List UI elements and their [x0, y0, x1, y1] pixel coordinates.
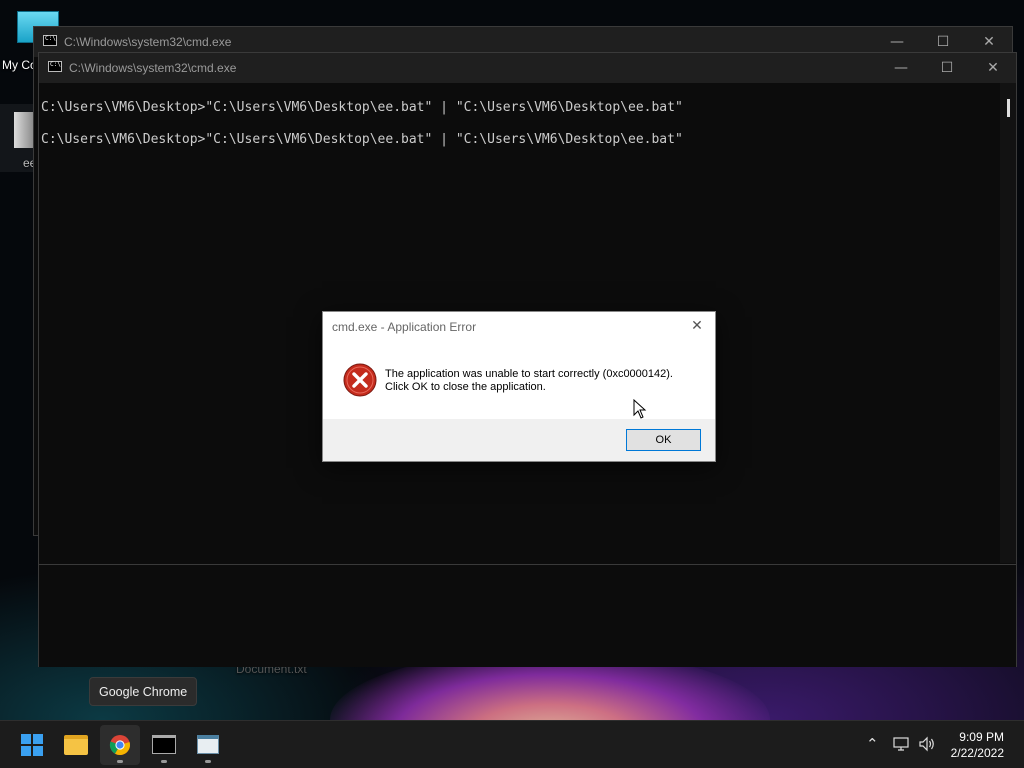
application-error-dialog[interactable]: cmd.exe - Application Error ✕ The applic…: [322, 311, 716, 462]
dialog-footer: OK: [323, 419, 715, 461]
cmd-icon: [48, 61, 62, 72]
dialog-title: cmd.exe - Application Error: [332, 320, 477, 334]
mouse-cursor-icon: [633, 399, 647, 419]
title-bar[interactable]: C:\Windows\system32\cmd.exe — ☐ ✕: [39, 53, 1016, 83]
file-explorer-icon: [64, 735, 88, 755]
scrollbar[interactable]: [1000, 83, 1016, 563]
network-icon[interactable]: [893, 736, 909, 752]
taskbar: ⌃ 9:09 PM 2/22/2022: [0, 720, 1024, 768]
scrollbar-thumb[interactable]: [1007, 99, 1010, 117]
minimize-button[interactable]: —: [878, 53, 924, 83]
running-indicator: [205, 760, 211, 763]
chrome-button[interactable]: [100, 725, 140, 765]
window-title: C:\Windows\system32\cmd.exe: [69, 61, 237, 75]
notepad-icon: [197, 735, 219, 754]
terminal-lower-pane: [39, 564, 1016, 667]
ok-button[interactable]: OK: [626, 429, 701, 451]
dialog-message-line: The application was unable to start corr…: [385, 368, 673, 380]
close-button[interactable]: ✕: [970, 53, 1016, 83]
dialog-message: The application was unable to start corr…: [385, 368, 673, 394]
batch-file-icon: [14, 112, 34, 148]
chrome-icon: [109, 735, 130, 756]
file-explorer-button[interactable]: [56, 725, 96, 765]
window-title: C:\Windows\system32\cmd.exe: [64, 35, 232, 49]
start-button[interactable]: [12, 725, 52, 765]
dialog-message-line: Click OK to close the application.: [385, 381, 546, 393]
notepad-button[interactable]: [188, 725, 228, 765]
clock-time: 9:09 PM: [959, 730, 1004, 744]
start-icon: [21, 734, 43, 756]
clock-date: 2/22/2022: [950, 746, 1004, 760]
maximize-button[interactable]: ☐: [924, 53, 970, 83]
cmd-icon: [43, 35, 57, 46]
chevron-up-icon[interactable]: ⌃: [866, 735, 879, 753]
dialog-close-button[interactable]: ✕: [687, 316, 707, 336]
taskbar-tooltip: Google Chrome: [89, 677, 198, 706]
error-icon: [343, 363, 377, 397]
volume-icon[interactable]: [918, 736, 936, 752]
running-indicator: [117, 760, 123, 763]
terminal-line: C:\Users\VM6\Desktop>"C:\Users\VM6\Deskt…: [41, 100, 683, 115]
desktop-icon-label: My Co: [2, 58, 37, 72]
system-clock[interactable]: 9:09 PM 2/22/2022: [951, 729, 1004, 761]
terminal-line: C:\Users\VM6\Desktop>"C:\Users\VM6\Deskt…: [41, 132, 683, 147]
terminal-button[interactable]: [144, 725, 184, 765]
terminal-icon: [152, 735, 176, 754]
running-indicator: [161, 760, 167, 763]
